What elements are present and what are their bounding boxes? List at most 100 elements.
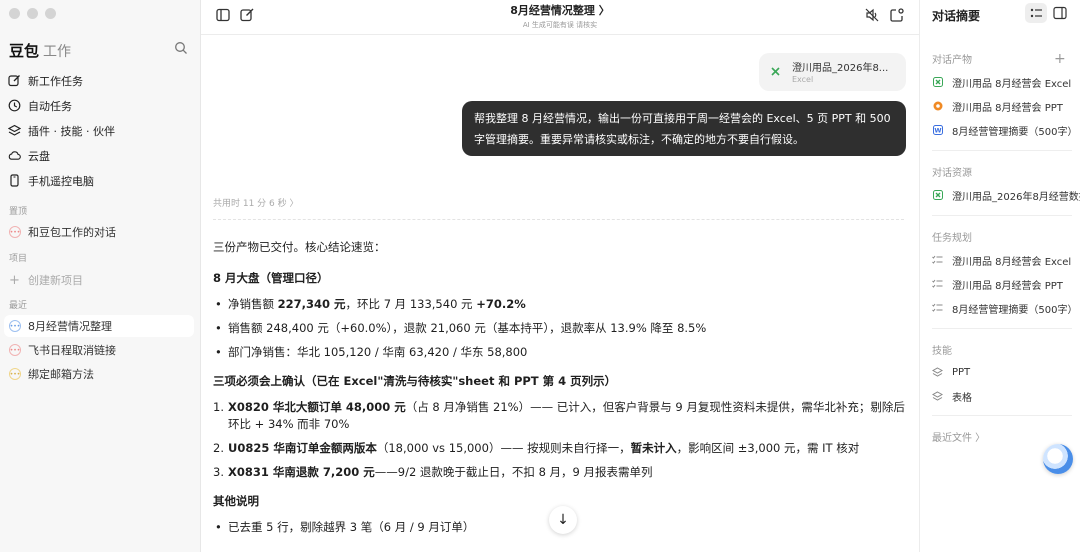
- phone-icon: [8, 174, 21, 187]
- scroll-to-bottom-button[interactable]: ↓: [549, 506, 577, 534]
- plus-icon: +: [9, 272, 20, 288]
- panel-toggle-icon[interactable]: [1053, 6, 1067, 20]
- plan-section-label: 任务规划: [932, 233, 972, 244]
- chat-bubble-icon: •••: [9, 368, 21, 380]
- chat-header: 8月经营情况整理 〉 AI 生成可能有误 请核实: [201, 0, 919, 35]
- list-icon: [1030, 8, 1042, 18]
- text: 净销售额: [228, 297, 278, 311]
- list-item: 1. X0820 华北大额订单 48,000 元（占 8 月净销售 21%）—— …: [213, 399, 908, 433]
- ppt-icon: [932, 101, 943, 112]
- recent-conversation[interactable]: ••• 绑定邮箱方法: [4, 363, 194, 385]
- elapsed-time-toggle[interactable]: 共用时 11 分 6 秒 〉: [213, 196, 298, 209]
- divider: [932, 415, 1072, 416]
- layers-icon: [8, 124, 21, 137]
- sidebar-item-phone-remote[interactable]: 手机遥控电脑: [0, 168, 200, 193]
- recent-conversation[interactable]: ••• 飞书日程取消链接: [4, 339, 194, 361]
- list-item: 部门净销售：华北 105,120 / 华南 63,420 / 华东 58,800: [213, 344, 908, 361]
- bold-text: +70.2%: [476, 297, 526, 311]
- chat-title[interactable]: 8月经营情况整理 〉: [201, 2, 919, 18]
- artifact-ppt[interactable]: 澄川用品 8月经营会 PPT: [932, 96, 1080, 116]
- minimize-window-button[interactable]: [27, 8, 38, 19]
- create-project-label: 创建新项目: [28, 274, 83, 287]
- conversation-title: 飞书日程取消链接: [28, 344, 116, 357]
- checklist-icon: [932, 255, 943, 266]
- divider: [932, 150, 1072, 151]
- maximize-window-button[interactable]: [45, 8, 56, 19]
- close-window-button[interactable]: [9, 8, 20, 19]
- item-number: 3.: [213, 465, 224, 479]
- checklist-icon: [932, 303, 943, 314]
- bold-text: 227,340 元: [277, 297, 346, 311]
- pinned-section-label: 置顶: [9, 207, 28, 217]
- pinned-conversation[interactable]: ••• 和豆包工作的对话: [4, 221, 194, 243]
- answer-bullet-list: 净销售额 227,340 元，环比 7 月 133,540 元 +70.2% 销…: [213, 296, 908, 361]
- attachment-name: 澄川用品_2026年8...: [792, 63, 889, 74]
- conversation-title: 8月经营情况整理: [28, 320, 112, 333]
- assistant-answer: 三份产物已交付。核心结论速览： 8 月大盘（管理口径） 净销售额 227,340…: [213, 236, 908, 536]
- artifact-doc[interactable]: W 8月经营管理摘要（500字）: [932, 120, 1080, 140]
- plan-item[interactable]: 8月经营管理摘要（500字）: [932, 298, 1080, 318]
- list-view-toggle[interactable]: [1025, 3, 1047, 23]
- attachment-type: Excel: [792, 75, 814, 84]
- app-brand: 豆包 工作: [9, 40, 71, 61]
- add-artifact-button[interactable]: +: [1054, 51, 1066, 67]
- chat-bubble-icon: •••: [9, 226, 21, 238]
- share-icon[interactable]: [889, 7, 905, 23]
- assistant-logo-icon[interactable]: [1043, 444, 1073, 474]
- list-item: 3. X0831 华南退款 7,200 元——9/2 退款晚于截止日，不扣 8 月…: [213, 464, 908, 481]
- resource-label: 澄川用品_2026年8月经营数据: [952, 191, 1080, 203]
- list-item: 销售额 248,400 元（+60.0%），退款 21,060 元（基本持平），…: [213, 320, 908, 337]
- divider: [932, 215, 1072, 216]
- skill-label: 表格: [952, 392, 972, 404]
- plan-item[interactable]: 澄川用品 8月经营会 Excel: [932, 250, 1080, 270]
- resource-file[interactable]: 澄川用品_2026年8月经营数据: [932, 185, 1080, 205]
- text: ——9/2 退款晚于截止日，不扣 8 月，9 月报表需单列: [374, 465, 653, 479]
- sidebar-item-label: 自动任务: [28, 99, 72, 113]
- mute-icon[interactable]: [864, 7, 880, 23]
- brand-mode: 工作: [43, 44, 72, 60]
- artifact-excel[interactable]: 澄川用品 8月经营会 Excel: [932, 72, 1080, 92]
- recent-files-link[interactable]: 最近文件 〉: [932, 429, 985, 444]
- bold-text: X0820 华北大额订单 48,000 元: [228, 400, 406, 414]
- window-controls: [9, 8, 56, 19]
- artifact-label: 澄川用品 8月经营会 PPT: [952, 102, 1063, 114]
- create-project-button[interactable]: + 创建新项目: [4, 269, 194, 291]
- bold-text: U0825 华南订单金额两版本: [228, 441, 377, 455]
- plan-label: 澄川用品 8月经营会 PPT: [952, 280, 1063, 292]
- skill-item[interactable]: 表格: [932, 386, 1080, 406]
- sidebar-item-auto-task[interactable]: 自动任务: [0, 93, 200, 118]
- cloud-icon: [8, 149, 21, 162]
- layers-icon: [932, 366, 943, 378]
- excel-icon: [932, 77, 943, 88]
- item-number: 1.: [213, 400, 224, 414]
- sidebar-item-label: 云盘: [28, 149, 50, 163]
- sidebar-item-new-task[interactable]: 新工作任务: [0, 68, 200, 93]
- bold-text: 暂未计入: [630, 441, 677, 455]
- answer-intro: 三份产物已交付。核心结论速览：: [213, 240, 386, 254]
- attachment-card[interactable]: 澄川用品_2026年8... Excel: [759, 53, 906, 91]
- sidebar-item-cloud[interactable]: 云盘: [0, 143, 200, 168]
- search-icon[interactable]: [174, 41, 188, 55]
- ai-disclaimer: AI 生成可能有误 请核实: [522, 21, 598, 29]
- list-item: 2. U0825 华南订单金额两版本（18,000 vs 15,000）—— 按规…: [213, 440, 908, 457]
- arrow-down-icon: ↓: [557, 512, 569, 528]
- artifact-label: 8月经营管理摘要（500字）: [952, 126, 1078, 138]
- sidebar: 豆包 工作 新工作任务 自动任务 插件 · 技能 · 伙伴 云盘 手机遥控电脑 …: [0, 0, 201, 552]
- bold-text: X0831 华南退款 7,200 元: [228, 465, 375, 479]
- skill-item[interactable]: PPT: [932, 362, 1080, 382]
- plan-item[interactable]: 澄川用品 8月经营会 PPT: [932, 274, 1080, 294]
- sidebar-item-plugins[interactable]: 插件 · 技能 · 伙伴: [0, 118, 200, 143]
- item-number: 2.: [213, 441, 224, 455]
- sidebar-nav: 新工作任务 自动任务 插件 · 技能 · 伙伴 云盘 手机遥控电脑: [0, 68, 200, 193]
- checklist-icon: [932, 279, 943, 290]
- svg-text:W: W: [934, 127, 941, 135]
- answer-numbered-list: 1. X0820 华北大额订单 48,000 元（占 8 月净销售 21%）—— …: [213, 399, 908, 481]
- divider: [213, 219, 904, 220]
- plan-label: 澄川用品 8月经营会 Excel: [952, 256, 1072, 268]
- user-message: 帮我整理 8 月经营情况，输出一份可直接用于周一经营会的 Excel、5 页 P…: [462, 101, 906, 156]
- recent-conversation-active[interactable]: ••• 8月经营情况整理: [4, 315, 194, 337]
- artifact-label: 澄川用品 8月经营会 Excel: [952, 78, 1072, 90]
- skills-section-label: 技能: [932, 346, 952, 357]
- text: （18,000 vs 15,000）—— 按规则未自行择一，: [376, 441, 631, 455]
- skill-label: PPT: [952, 366, 971, 378]
